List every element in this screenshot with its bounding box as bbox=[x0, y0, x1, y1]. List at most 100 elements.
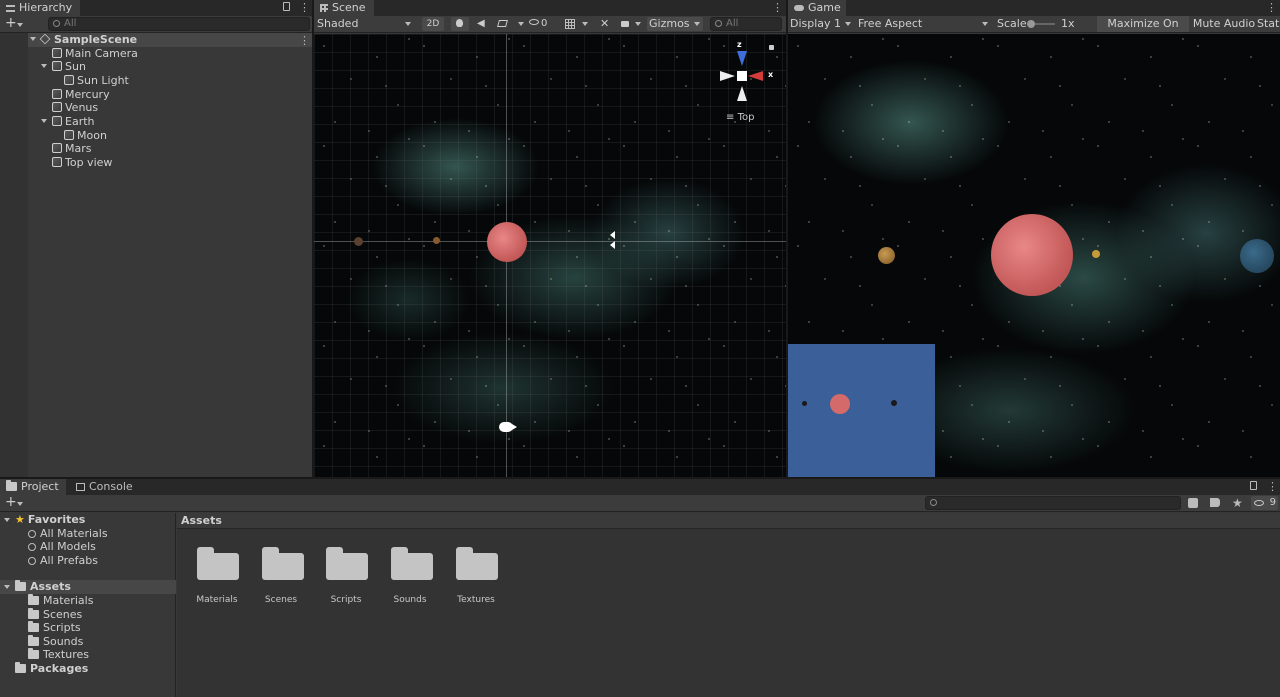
tree-favorites[interactable]: ★ Favorites bbox=[15, 513, 85, 526]
display-dropdown[interactable]: Display 1 bbox=[790, 17, 852, 31]
hierarchy-item-sun-light[interactable]: Sun Light bbox=[64, 74, 129, 87]
project-more-icon[interactable]: ⋮ bbox=[1267, 479, 1278, 494]
scene-viewport[interactable]: z x ≡ Top bbox=[314, 34, 786, 477]
camera-dropdown-icon[interactable] bbox=[635, 22, 641, 26]
mercury-sphere[interactable] bbox=[433, 237, 440, 244]
create-icon[interactable]: + bbox=[5, 495, 17, 510]
light-gizmo-icon[interactable] bbox=[610, 231, 622, 251]
tree-packages[interactable]: Packages bbox=[15, 662, 88, 675]
asset-folder-label: Scripts bbox=[330, 595, 362, 605]
more-options-icon[interactable]: ⋮ bbox=[299, 0, 310, 15]
audio-toggle[interactable]: ◀ bbox=[474, 17, 490, 31]
tree-folder-item[interactable]: Sounds bbox=[28, 635, 83, 648]
hierarchy-item-mercury[interactable]: Mercury bbox=[52, 88, 110, 101]
hierarchy-item-moon[interactable]: Moon bbox=[64, 129, 107, 142]
gizmo-lock-icon[interactable] bbox=[769, 45, 774, 50]
tree-folder-item[interactable]: Scenes bbox=[28, 608, 82, 621]
assets-expand-icon[interactable] bbox=[4, 585, 10, 589]
tab-hierarchy[interactable]: Hierarchy bbox=[0, 0, 80, 16]
sun-sphere[interactable] bbox=[487, 222, 527, 262]
scene-visibility-toggle[interactable]: 0 bbox=[529, 17, 557, 31]
filter-by-type-icon[interactable] bbox=[1188, 498, 1198, 508]
sun-expand-icon[interactable] bbox=[41, 64, 47, 68]
camera-settings-toggle[interactable] bbox=[619, 17, 635, 31]
tab-game[interactable]: Game bbox=[788, 0, 846, 16]
tree-folder-item[interactable]: Materials bbox=[28, 594, 93, 607]
favorite-star-icon[interactable]: ★ bbox=[1232, 495, 1243, 511]
effects-toggle[interactable] bbox=[495, 17, 511, 31]
stats-toggle[interactable]: Stats bbox=[1257, 16, 1280, 32]
gizmos-dropdown-icon[interactable] bbox=[694, 22, 700, 26]
scene-more-icon[interactable]: ⋮ bbox=[772, 0, 783, 15]
add-icon[interactable]: + bbox=[5, 16, 17, 31]
camera-gizmo-icon[interactable] bbox=[497, 419, 519, 433]
scene-options-icon[interactable]: ⋮ bbox=[299, 33, 310, 48]
lock-icon[interactable] bbox=[283, 2, 290, 11]
orientation-gizmo[interactable]: z x bbox=[714, 40, 778, 104]
breadcrumb-assets[interactable]: Assets bbox=[181, 514, 222, 527]
tab-console[interactable]: Console bbox=[70, 479, 140, 495]
folder-icon bbox=[28, 621, 39, 632]
grid-snap-dropdown-icon[interactable] bbox=[582, 22, 588, 26]
gizmo-neg-z-cone bbox=[737, 86, 747, 101]
scene-search-input[interactable]: All bbox=[710, 17, 782, 31]
scene-expand-icon[interactable] bbox=[30, 37, 36, 41]
asset-folder-sounds[interactable]: Sounds bbox=[375, 547, 445, 607]
hierarchy-item-top-view[interactable]: Top view bbox=[52, 156, 112, 169]
grid-snap-toggle[interactable] bbox=[562, 17, 578, 31]
tree-favorite-item[interactable]: All Materials bbox=[28, 527, 108, 540]
tree-folder-item[interactable]: Textures bbox=[28, 648, 89, 661]
earth-expand-icon[interactable] bbox=[41, 119, 47, 123]
lock-icon[interactable] bbox=[1250, 481, 1257, 490]
tab-project-label: Project bbox=[21, 480, 59, 493]
scale-slider-handle[interactable] bbox=[1027, 20, 1035, 28]
venus-sphere[interactable] bbox=[354, 237, 363, 246]
project-search-input[interactable] bbox=[925, 496, 1181, 510]
folder-icon bbox=[6, 480, 17, 491]
hierarchy-search-input[interactable]: All bbox=[48, 17, 310, 31]
tab-scene[interactable]: Scene bbox=[314, 0, 374, 16]
hierarchy-item-venus[interactable]: Venus bbox=[52, 101, 98, 114]
game-viewport[interactable] bbox=[788, 34, 1280, 477]
tree-favorite-item[interactable]: All Models bbox=[28, 540, 96, 553]
hierarchy-item-sun[interactable]: Sun bbox=[52, 60, 86, 73]
hierarchy-item-main-camera[interactable]: Main Camera bbox=[52, 47, 138, 60]
create-dropdown-icon[interactable] bbox=[17, 502, 23, 506]
display-dropdown-icon[interactable] bbox=[845, 22, 851, 26]
asset-folder-textures[interactable]: Textures bbox=[441, 547, 511, 607]
hidden-packages-toggle[interactable]: 9 bbox=[1251, 496, 1278, 510]
hierarchy-item-earth[interactable]: Earth bbox=[52, 115, 95, 128]
filter-by-label-icon[interactable] bbox=[1210, 498, 1220, 507]
scene-row[interactable]: SampleScene bbox=[39, 33, 137, 46]
add-dropdown-icon[interactable] bbox=[17, 23, 23, 27]
aspect-dropdown[interactable]: Free Aspect bbox=[858, 17, 992, 31]
view-label[interactable]: ≡ Top bbox=[726, 112, 754, 123]
tree-folder-item[interactable]: Scripts bbox=[28, 621, 81, 634]
scale-slider[interactable] bbox=[1027, 20, 1055, 28]
asset-folder-scripts[interactable]: Scripts bbox=[311, 547, 381, 607]
folder-icon bbox=[15, 662, 26, 673]
tab-project[interactable]: Project bbox=[0, 479, 66, 495]
tree-favorite-item[interactable]: All Prefabs bbox=[28, 554, 98, 567]
mute-audio-toggle[interactable]: Mute Audio bbox=[1192, 16, 1256, 32]
asset-folder-materials[interactable]: Materials bbox=[182, 547, 252, 607]
aspect-dropdown-icon[interactable] bbox=[982, 22, 988, 26]
shading-mode-dropdown[interactable]: Shaded bbox=[314, 17, 414, 31]
console-icon bbox=[76, 483, 85, 491]
folder-icon bbox=[28, 648, 39, 659]
lighting-toggle[interactable] bbox=[451, 17, 469, 31]
mode-2d-toggle[interactable]: 2D bbox=[422, 17, 444, 31]
breadcrumb: Assets bbox=[177, 513, 1280, 529]
shading-dropdown-icon[interactable] bbox=[405, 22, 411, 26]
search-icon bbox=[53, 20, 60, 27]
project-folder-tree: ★ Favorites All Materials All Models All … bbox=[0, 513, 176, 697]
maximize-on-play-toggle[interactable]: Maximize On Play bbox=[1097, 16, 1189, 46]
game-more-icon[interactable]: ⋮ bbox=[1266, 0, 1277, 15]
tree-assets[interactable]: Assets bbox=[15, 580, 71, 593]
asset-folder-scenes[interactable]: Scenes bbox=[246, 547, 316, 607]
tools-toggle[interactable]: ✕ bbox=[597, 17, 613, 31]
hierarchy-item-mars[interactable]: Mars bbox=[52, 142, 92, 155]
effects-dropdown-icon[interactable] bbox=[518, 22, 524, 26]
aspect-label: Free Aspect bbox=[858, 17, 923, 30]
favorites-expand-icon[interactable] bbox=[4, 518, 10, 522]
